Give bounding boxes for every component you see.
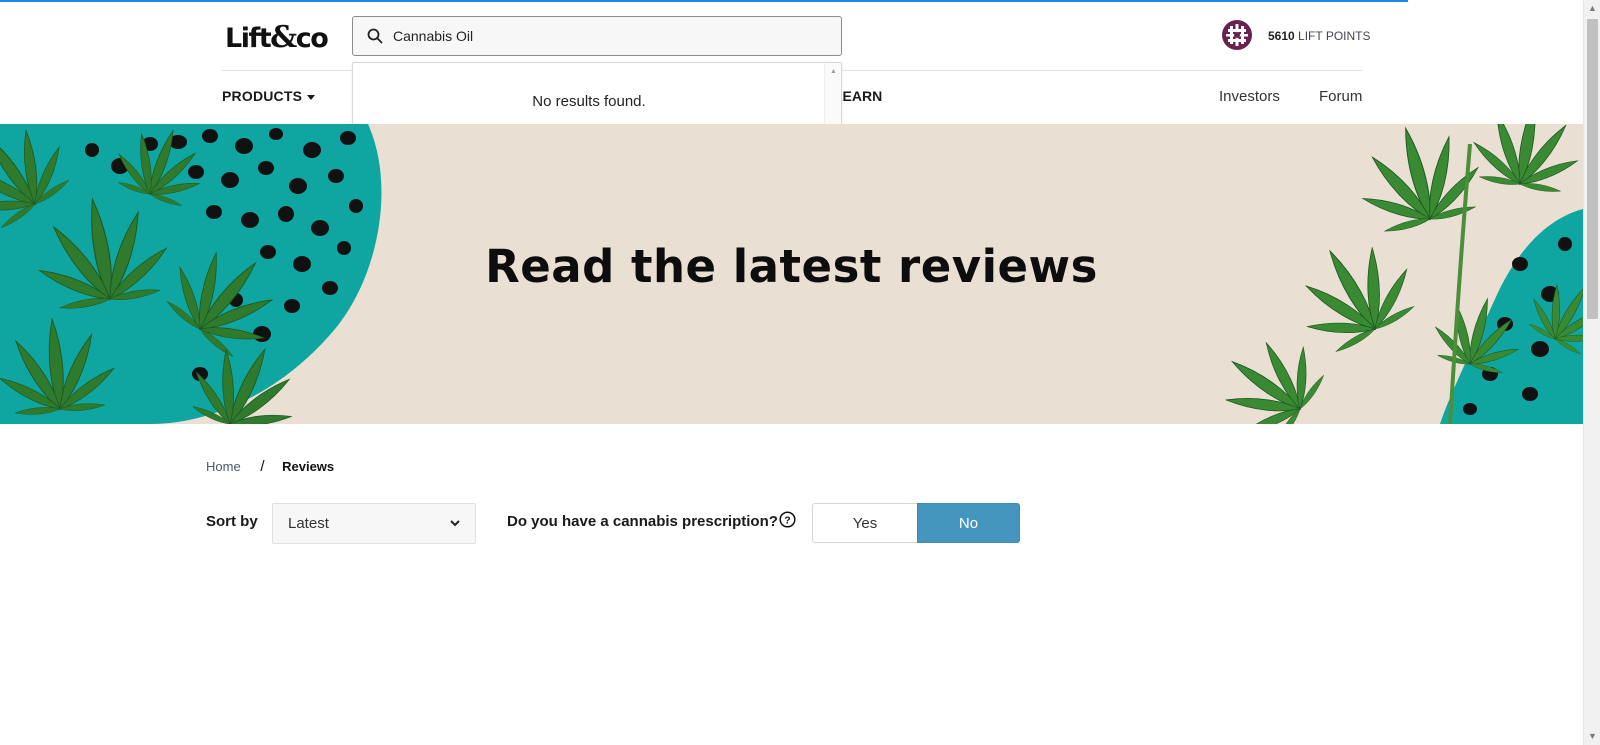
lift-points-badge-icon [1222, 20, 1252, 50]
points-label: LIFT POINTS [1298, 29, 1371, 43]
sort-selected-value: Latest [288, 515, 329, 532]
question-circle-icon[interactable]: ? [779, 511, 796, 528]
search-icon [367, 28, 383, 44]
prescription-question: Do you have a cannabis prescription? [507, 513, 778, 530]
scroll-up-icon[interactable]: ▲ [1584, 0, 1600, 17]
points-value: 5610 [1268, 29, 1295, 43]
nav-investors[interactable]: Investors [1219, 88, 1280, 105]
prescription-no-button[interactable]: No [917, 503, 1020, 543]
scrollbar-thumb[interactable] [1587, 19, 1598, 319]
no-results-message: No results found. [532, 93, 646, 110]
scroll-down-icon[interactable]: ▼ [1584, 728, 1600, 745]
sort-label: Sort by [206, 513, 258, 530]
scroll-up-arrow-icon[interactable]: ▲ [825, 65, 842, 79]
hero-banner: Read the latest reviews [0, 124, 1583, 424]
chevron-down-icon [450, 520, 460, 527]
breadcrumb-current: Reviews [282, 459, 335, 474]
svg-text:?: ? [784, 514, 790, 526]
search-input[interactable] [393, 25, 823, 47]
breadcrumb-home-link[interactable]: Home [206, 459, 241, 474]
nav-products[interactable]: PRODUCTS [222, 88, 316, 104]
breadcrumb-separator: / [260, 458, 265, 475]
caret-down-icon [307, 94, 316, 100]
search-box[interactable] [352, 16, 842, 56]
breadcrumb: Home / Reviews [206, 458, 334, 475]
nav-forum[interactable]: Forum [1319, 88, 1362, 105]
site-logo[interactable]: Lift&co [225, 20, 329, 55]
prescription-yes-button[interactable]: Yes [812, 503, 918, 543]
sort-select[interactable]: Latest [272, 503, 476, 544]
page-scrollbar[interactable]: ▲ ▼ [1583, 0, 1600, 745]
hero-title: Read the latest reviews [485, 240, 1098, 293]
